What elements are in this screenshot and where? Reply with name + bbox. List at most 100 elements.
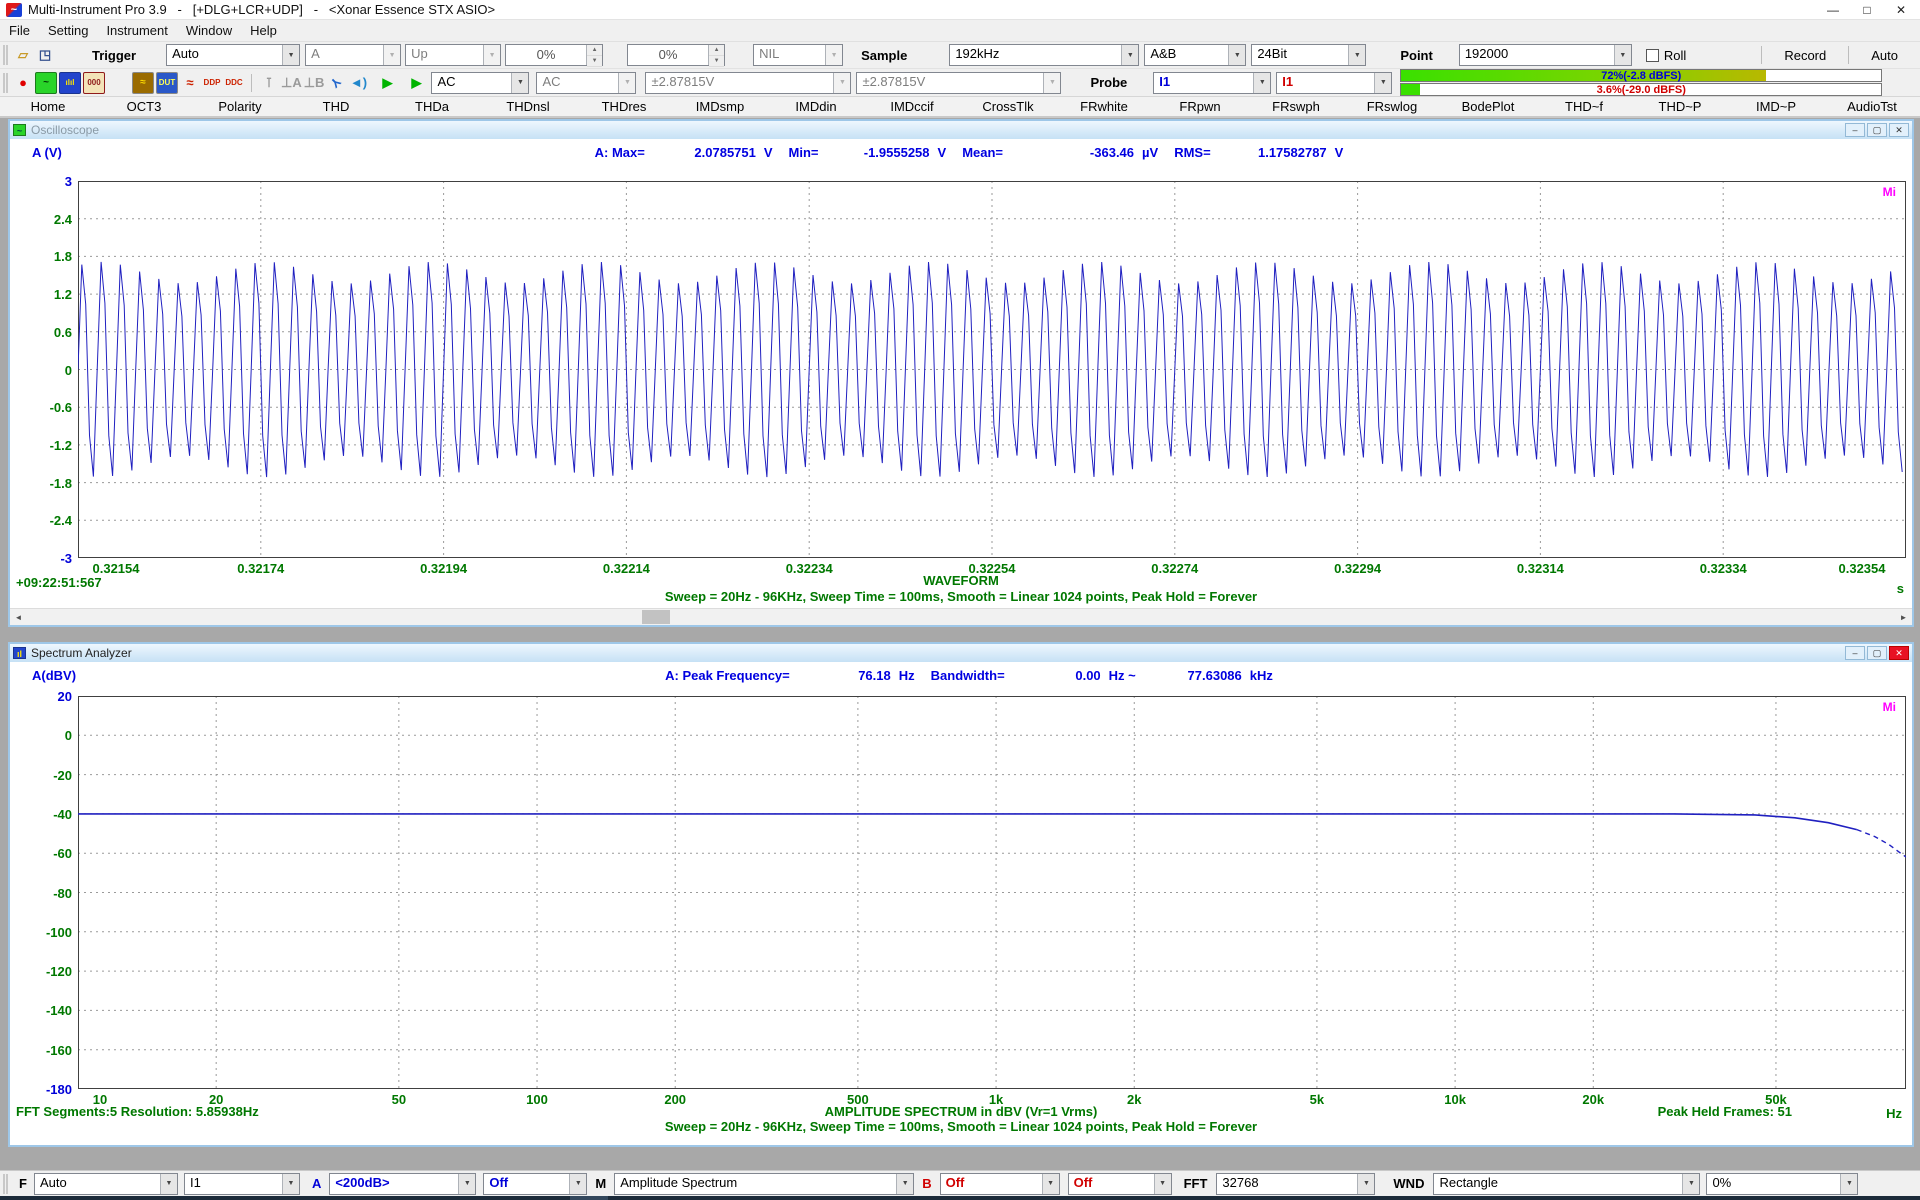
sample-rate-combo[interactable]: 192kHz▼ [949,44,1139,66]
probe-a-combo[interactable]: I1▼ [1153,72,1271,94]
app-red[interactable]: ■ [494,1196,532,1200]
app-edge[interactable]: e [304,1196,342,1200]
panel-tab-home[interactable]: Home [0,97,96,116]
toolbar-grip[interactable] [3,45,8,65]
app-orange[interactable]: ■ [532,1196,570,1200]
b-range-combo[interactable]: Off▼ [940,1173,1060,1195]
microphone-calibration-icon[interactable]: ⊺ [259,72,279,94]
trigger-level-spinner[interactable]: 0%▲▼ [505,44,603,66]
scrollbar-thumb[interactable] [642,610,670,624]
app-file-explorer[interactable]: ▱ [114,1196,152,1200]
panel-tab-polarity[interactable]: Polarity [192,97,288,116]
coupling-a-combo[interactable]: AC▼ [431,72,529,94]
panel-tab-thd[interactable]: THD [288,97,384,116]
range-a-combo[interactable]: ±2.87815V▼ [645,72,851,94]
panel-tab-audiotst[interactable]: AudioTst [1824,97,1920,116]
oscilloscope-icon[interactable]: ~ [35,72,57,94]
b-ref-combo[interactable]: Off▼ [1068,1173,1172,1195]
toolbar-grip[interactable] [3,73,8,93]
scrollbar-track[interactable] [27,609,1895,625]
ddc-viewer-icon[interactable]: DDC [224,72,244,94]
trigger-edge-combo[interactable]: Up▼ [405,44,501,66]
window-minimize-icon[interactable]: ‒ [1845,123,1865,137]
panel-tab-frswph[interactable]: FRswph [1248,97,1344,116]
multimeter-icon[interactable]: 000 [83,72,105,94]
run-single-icon[interactable]: ▶ [406,72,426,94]
app-skype[interactable]: S [266,1196,304,1200]
panel-tab-imdsmp[interactable]: IMDsmp [672,97,768,116]
app-vscode[interactable]: ◣ [418,1196,456,1200]
menu-file[interactable]: File [0,23,39,38]
roll-checkbox[interactable]: Roll [1646,48,1686,63]
overlap-combo[interactable]: 0%▼ [1706,1173,1858,1195]
derived-data-curve-icon[interactable]: ≈ [180,72,200,94]
panel-tab-oct3[interactable]: OCT3 [96,97,192,116]
window-close-icon[interactable]: ✕ [1889,123,1909,137]
panel-tab-thd~f[interactable]: THD~f [1536,97,1632,116]
scope-marker-mi[interactable]: Mi [1883,185,1896,199]
task-view-icon[interactable]: ◫ [76,1196,114,1200]
fft-size-combo[interactable]: 32768▼ [1216,1173,1375,1195]
app-multi-instrument[interactable]: ~ [570,1196,608,1200]
panel-tab-bodeplot[interactable]: BodePlot [1440,97,1536,116]
app-opera[interactable]: ◉ [190,1196,228,1200]
trigger-source-combo[interactable]: A▼ [305,44,401,66]
panel-tab-thdres[interactable]: THDres [576,97,672,116]
sample-channels-combo[interactable]: A&B▼ [1144,44,1246,66]
app-word[interactable]: W [152,1196,190,1200]
maximize-button[interactable]: □ [1850,0,1884,19]
spectrum-analyzer-icon[interactable]: ılıl [59,72,81,94]
panel-tab-imddin[interactable]: IMDdin [768,97,864,116]
panel-tab-crosstlk[interactable]: CrossTlk [960,97,1056,116]
panel-tab-imd~p[interactable]: IMD~P [1728,97,1824,116]
window-close-icon[interactable]: ✕ [1889,646,1909,660]
trigger-mask-combo[interactable]: NIL▼ [753,44,843,66]
probe-tool-icon[interactable]: Y [322,68,352,98]
menu-instrument[interactable]: Instrument [97,23,176,38]
panel-tab-thda[interactable]: THDa [384,97,480,116]
probe-b-combo[interactable]: I1▼ [1276,72,1392,94]
panel-tab-thdnsl[interactable]: THDnsl [480,97,576,116]
window-minimize-icon[interactable]: ‒ [1845,646,1865,660]
a-range-combo[interactable]: <200dB>▼ [329,1173,476,1195]
minimize-button[interactable]: — [1816,0,1850,19]
start-icon[interactable]: ⊞ [0,1196,38,1200]
panel-tab-thd~p[interactable]: THD~P [1632,97,1728,116]
record-icon[interactable]: ● [13,72,33,94]
window-function-combo[interactable]: Rectangle▼ [1433,1173,1700,1195]
app-notes[interactable]: ▤ [228,1196,266,1200]
scroll-left-icon[interactable]: ◄ [10,609,27,625]
search-icon[interactable]: ○ [38,1196,76,1200]
window-maximize-icon[interactable]: ▢ [1867,646,1887,660]
panel-tab-frwhite[interactable]: FRwhite [1056,97,1152,116]
sound-output-icon[interactable]: ◄) [348,72,368,94]
toolbar-grip[interactable] [3,1174,8,1194]
device-test-plan-icon[interactable]: DUT [156,72,178,94]
spectrum-titlebar[interactable]: ıl Spectrum Analyzer ‒ ▢ ✕ [10,644,1912,662]
panel-tab-frswlog[interactable]: FRswlog [1344,97,1440,116]
record-button[interactable]: Record [1768,46,1842,65]
spinner-arrows-icon[interactable]: ▲▼ [708,45,724,65]
fft-source-combo[interactable]: I1▼ [184,1173,300,1195]
coupling-b-combo[interactable]: AC▼ [536,72,636,94]
trigger-mode-combo[interactable]: Auto▼ [166,44,300,66]
a-ref-combo[interactable]: Off▼ [483,1173,587,1195]
run-icon[interactable]: ▶ [377,72,397,94]
spectrum-marker-mi[interactable]: Mi [1883,700,1896,714]
menu-setting[interactable]: Setting [39,23,97,38]
signal-generator-icon[interactable]: ≈ [132,72,154,94]
fft-mode-combo[interactable]: Auto▼ [34,1173,178,1195]
close-button[interactable]: ✕ [1884,0,1918,19]
ddp-viewer-icon[interactable]: DDP [202,72,222,94]
menu-help[interactable]: Help [241,23,286,38]
scroll-right-icon[interactable]: ► [1895,609,1912,625]
view-mode-combo[interactable]: Amplitude Spectrum▼ [614,1173,914,1195]
sample-bits-combo[interactable]: 24Bit▼ [1251,44,1366,66]
calibrate-input-a-icon[interactable]: ⊥A [281,72,302,94]
oscilloscope-titlebar[interactable]: ~ Oscilloscope ‒ ▢ ✕ [10,121,1912,139]
trigger-delay-spinner[interactable]: 0%▲▼ [627,44,725,66]
open-file-icon[interactable]: ▱ [13,44,33,66]
range-b-combo[interactable]: ±2.87815V▼ [856,72,1061,94]
menu-window[interactable]: Window [177,23,241,38]
window-maximize-icon[interactable]: ▢ [1867,123,1887,137]
